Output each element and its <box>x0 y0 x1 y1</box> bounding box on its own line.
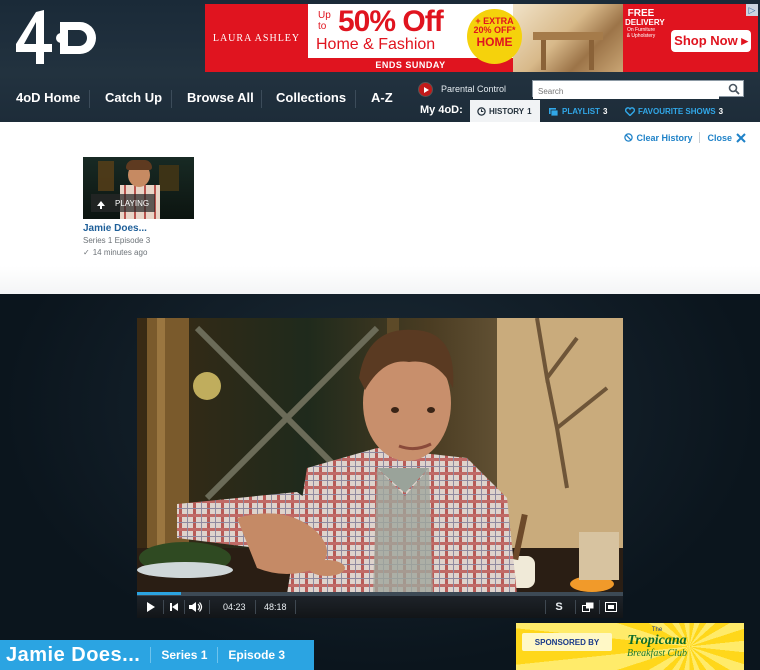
4od-logo[interactable] <box>14 6 104 68</box>
tab-history-label: HISTORY <box>489 106 525 116</box>
popout-icon <box>582 602 594 612</box>
parental-control-button[interactable]: Parental Control <box>418 81 506 97</box>
clear-icon <box>624 133 634 142</box>
up-arrow-icon <box>97 200 105 209</box>
parental-control-icon <box>418 81 433 97</box>
close-icon[interactable] <box>736 132 746 143</box>
tab-playlist[interactable]: PLAYLIST 3 <box>542 100 614 122</box>
tab-favourite-shows[interactable]: FAVOURITE SHOWS 3 <box>618 100 730 122</box>
tab-history-count: 1 <box>527 106 532 116</box>
player-controls: 04:23 48:18 S <box>137 594 623 618</box>
history-item-thumbnail[interactable]: PLAYING <box>83 157 194 219</box>
programme-title: Jamie Does... <box>6 643 141 666</box>
tab-favourite-count: 3 <box>718 106 724 116</box>
sponsor-banner[interactable]: SPONSORED BY The Tropicana Breakfast Clu… <box>516 623 744 670</box>
nav-4od-home[interactable]: 4oD Home <box>16 90 80 105</box>
subtitles-button[interactable]: S <box>552 596 566 618</box>
my-4od-label: My 4oD: <box>420 104 463 116</box>
episode-label: Episode 3 <box>228 648 286 662</box>
search-box <box>532 80 744 99</box>
clock-icon <box>477 106 486 116</box>
player-stage: 04:23 48:18 S Jamie Does... Series 1 Epi… <box>0 294 760 670</box>
history-panel: Clear History Close PLAYING Jamie Does..… <box>0 122 760 294</box>
nav-divider <box>89 90 90 108</box>
ad-free-delivery: FREE DELIVERY On Furniture & Upholstery <box>625 8 665 39</box>
ad-brand: LAURA ASHLEY <box>212 32 301 44</box>
site-header: LAURA ASHLEY Up to 50% Off Home & Fashio… <box>0 0 760 122</box>
nav-divider <box>261 90 262 108</box>
progress-fill <box>137 592 181 595</box>
nav-a-z[interactable]: A-Z <box>371 90 393 105</box>
popout-button[interactable] <box>580 596 596 618</box>
nav-divider <box>171 90 172 108</box>
tab-favourite-label: FAVOURITE SHOWS <box>638 106 716 116</box>
playlist-icon <box>549 107 559 116</box>
playing-badge: PLAYING <box>91 194 156 212</box>
parental-control-label: Parental Control <box>441 84 507 94</box>
play-button[interactable] <box>143 596 159 618</box>
ad-furniture-photo <box>513 4 623 72</box>
playing-label: PLAYING <box>115 198 150 208</box>
history-item-title[interactable]: Jamie Does... <box>83 223 195 234</box>
ad-percent-off: 50% Off <box>338 5 444 38</box>
history-item-time: ✓ 14 minutes ago <box>83 248 148 257</box>
ad-up-to: Up to <box>318 10 331 32</box>
close-history-link[interactable]: Close <box>707 133 732 143</box>
duration: 48:18 <box>264 602 287 612</box>
volume-button[interactable] <box>187 596 205 618</box>
history-item[interactable]: PLAYING Jamie Does... Series 1 Episode 3… <box>83 157 195 257</box>
tropicana-logo: The Tropicana Breakfast Club <box>627 627 687 659</box>
tab-history[interactable]: HISTORY 1 <box>470 100 540 122</box>
history-actions: Clear History Close <box>624 132 746 143</box>
video-player[interactable]: 04:23 48:18 S <box>137 318 623 618</box>
adchoices-icon[interactable]: ▷ <box>746 4 758 16</box>
heart-icon <box>625 106 635 116</box>
fullscreen-icon <box>605 602 617 612</box>
sponsored-by-label: SPONSORED BY <box>522 633 612 651</box>
search-icon[interactable] <box>728 83 740 95</box>
nav-browse-all[interactable]: Browse All <box>187 90 254 105</box>
check-icon: ✓ <box>83 248 90 257</box>
nav-collections[interactable]: Collections <box>276 90 346 105</box>
tab-playlist-label: PLAYLIST <box>562 106 600 116</box>
current-time: 04:23 <box>223 602 246 612</box>
skip-back-icon <box>170 603 178 611</box>
clear-history-link[interactable]: Clear History <box>636 133 692 143</box>
fullscreen-button[interactable] <box>603 596 619 618</box>
my-4od-bar: My 4oD: HISTORY 1 PLAYLIST 3 FAVOURITE S… <box>410 100 760 122</box>
ad-extra-offer-badge: + EXTRA 20% OFF* HOME <box>467 9 522 64</box>
volume-icon <box>189 602 203 612</box>
nav-divider <box>355 90 356 108</box>
laura-ashley-ad-banner[interactable]: LAURA ASHLEY Up to 50% Off Home & Fashio… <box>205 4 758 72</box>
progress-bar[interactable] <box>137 592 623 595</box>
video-frame[interactable] <box>137 318 623 594</box>
main-nav: 4oD Home Catch Up Browse All Collections… <box>0 76 410 122</box>
episode-title-bar: Jamie Does... Series 1 Episode 3 <box>0 640 314 670</box>
tab-playlist-count: 3 <box>602 106 608 116</box>
play-icon <box>147 602 155 612</box>
restart-button[interactable] <box>166 596 182 618</box>
ad-shop-now-button[interactable]: Shop Now ▸ <box>671 30 751 52</box>
nav-catch-up[interactable]: Catch Up <box>105 90 162 105</box>
ad-home-fashion: Home & Fashion <box>316 36 436 53</box>
search-input[interactable] <box>533 84 719 99</box>
history-item-subtitle: Series 1 Episode 3 <box>83 236 151 245</box>
series-label: Series 1 <box>161 648 208 662</box>
